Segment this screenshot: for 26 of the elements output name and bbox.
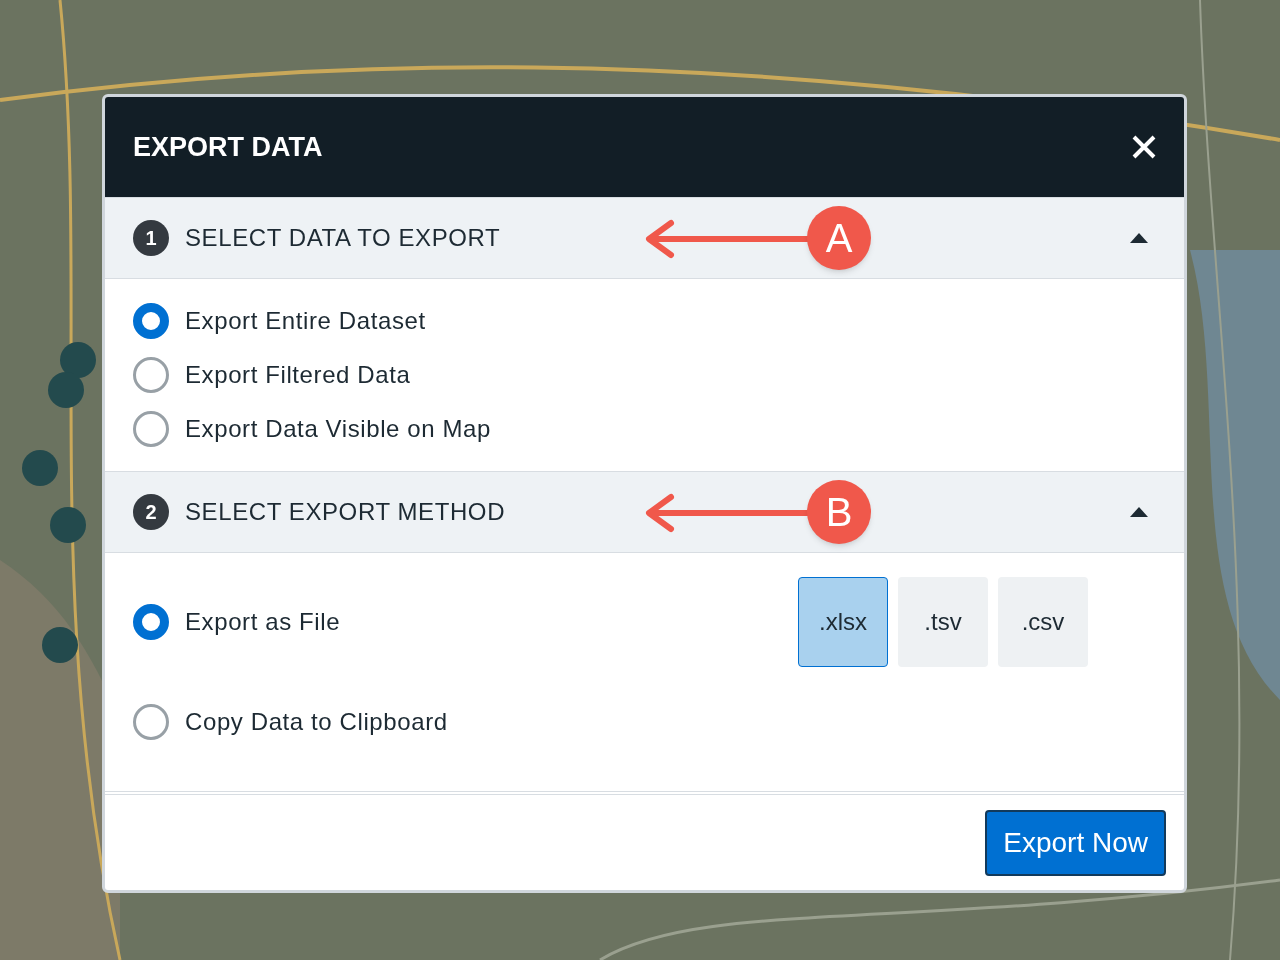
format-button[interactable]: .xlsx xyxy=(798,577,888,667)
dialog-title: EXPORT DATA xyxy=(133,130,323,164)
callout-badge: B xyxy=(807,480,871,544)
option-label[interactable]: Export Data Visible on Map xyxy=(185,411,491,447)
step-number: 1 xyxy=(133,220,169,256)
radio-button[interactable] xyxy=(133,604,169,640)
option-label[interactable]: Export as File xyxy=(185,604,341,640)
option-label[interactable]: Export Filtered Data xyxy=(185,357,411,393)
callout-badge: A xyxy=(807,206,871,270)
caret-icon[interactable] xyxy=(1130,233,1148,243)
radio-button[interactable] xyxy=(133,411,169,447)
section-header[interactable]: 1 SELECT DATA TO EXPORT A xyxy=(105,197,1184,279)
caret-icon[interactable] xyxy=(1130,507,1148,517)
radio-button[interactable] xyxy=(133,704,169,740)
close-icon[interactable] xyxy=(1132,135,1156,159)
option-label[interactable]: Copy Data to Clipboard xyxy=(185,704,448,740)
section-title: SELECT EXPORT METHOD xyxy=(185,497,506,527)
radio-button[interactable] xyxy=(133,303,169,339)
format-button[interactable]: .csv xyxy=(998,577,1088,667)
section-title: SELECT DATA TO EXPORT xyxy=(185,223,501,253)
step-number: 2 xyxy=(133,494,169,530)
radio-button[interactable] xyxy=(133,357,169,393)
section-header[interactable]: 2 SELECT EXPORT METHOD B xyxy=(105,471,1184,553)
format-button[interactable]: .tsv xyxy=(898,577,988,667)
option-label[interactable]: Export Entire Dataset xyxy=(185,303,426,339)
export-button[interactable]: Export Now xyxy=(985,809,1166,876)
